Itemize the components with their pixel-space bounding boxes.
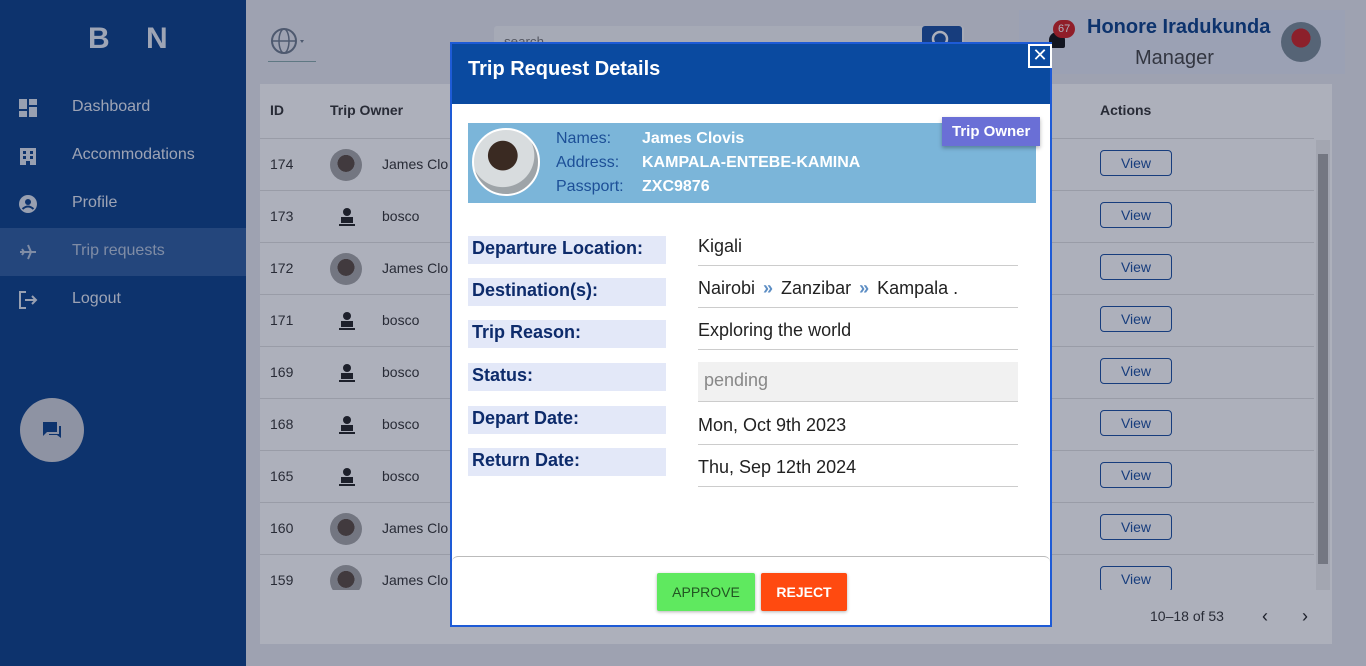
modal-footer: APPROVE REJECT	[452, 556, 1050, 625]
avatar	[472, 128, 540, 196]
return-date-label: Return Date:	[468, 448, 666, 476]
address-label: Address:	[556, 154, 620, 171]
owner-passport: ZXC9876	[642, 178, 710, 195]
double-chevron-icon: »	[763, 278, 774, 298]
destination-item: Nairobi	[698, 278, 756, 298]
destination-item: Zanzibar	[781, 278, 852, 298]
depart-date-value: Mon, Oct 9th 2023	[698, 403, 1018, 445]
modal-title: Trip Request Details	[468, 58, 661, 80]
destination-item: Kampala .	[877, 278, 959, 298]
passport-label: Passport:	[556, 178, 624, 195]
trip-request-modal: Trip Request Details ✕ Names: James Clov…	[450, 42, 1052, 627]
destinations-value: Nairobi » Zanzibar » Kampala .	[698, 266, 1018, 308]
close-icon[interactable]: ✕	[1028, 44, 1052, 68]
return-date-value: Thu, Sep 12th 2024	[698, 445, 1018, 487]
departure-value: Kigali	[698, 224, 1018, 266]
owner-name: James Clovis	[642, 130, 745, 147]
status-value: pending	[698, 362, 1018, 402]
owner-address: KAMPALA-ENTEBE-KAMINA	[642, 154, 861, 171]
reject-button[interactable]: REJECT	[761, 573, 847, 611]
approve-button[interactable]: APPROVE	[657, 573, 755, 611]
trip-owner-badge: Trip Owner	[942, 117, 1041, 146]
modal-header: Trip Request Details ✕	[452, 44, 1052, 104]
names-label: Names:	[556, 130, 612, 147]
reason-label: Trip Reason:	[468, 320, 666, 348]
reason-value: Exploring the world	[698, 308, 1018, 350]
status-label: Status:	[468, 363, 666, 391]
double-chevron-icon: »	[859, 278, 870, 298]
destinations-label: Destination(s):	[468, 278, 666, 306]
depart-date-label: Depart Date:	[468, 406, 666, 434]
departure-label: Departure Location:	[468, 236, 666, 264]
